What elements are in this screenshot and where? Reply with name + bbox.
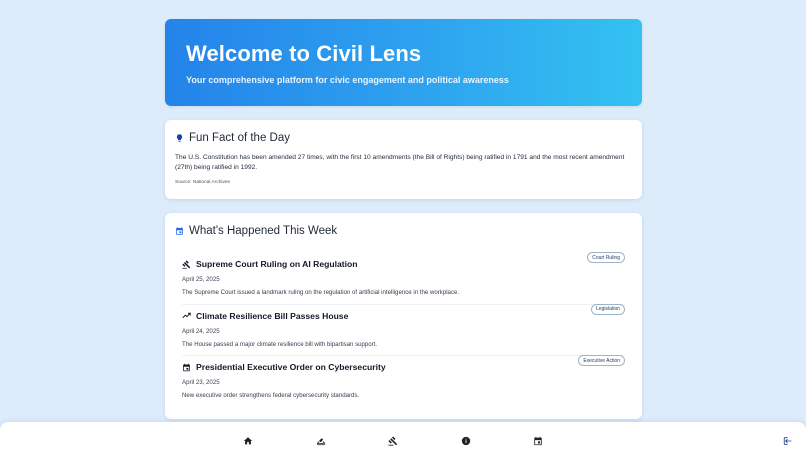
logout-icon[interactable]: [782, 435, 793, 446]
event-category-badge: Executive Action: [578, 355, 625, 366]
bottom-navigation: [0, 422, 806, 460]
calendar-icon: [175, 226, 184, 236]
trending-up-icon: [182, 311, 191, 320]
event-date: April 23, 2025: [182, 379, 220, 386]
calendar-icon[interactable]: [532, 435, 543, 446]
gavel-icon: [182, 259, 191, 269]
event-item[interactable]: Presidential Executive Order on Cybersec…: [182, 355, 625, 408]
fun-fact-title: Fun Fact of the Day: [189, 132, 290, 144]
fun-fact-text: The U.S. Constitution has been amended 2…: [175, 154, 625, 171]
event-title: Climate Resilience Bill Passes House: [196, 310, 349, 321]
event-category-badge: Legislation: [591, 303, 625, 315]
event-title: Supreme Court Ruling on AI Regulation: [196, 259, 358, 269]
welcome-banner: Welcome to Civil Lens Your comprehensive…: [165, 19, 642, 106]
event-item[interactable]: Climate Resilience Bill Passes House Apr…: [182, 303, 625, 356]
event-date: April 25, 2025: [182, 276, 220, 283]
weekly-events-title: What's Happened This Week: [189, 225, 338, 237]
page-title: Welcome to Civil Lens: [186, 41, 422, 66]
event-title: Presidential Executive Order on Cybersec…: [196, 362, 386, 372]
calendar-event-icon: [182, 363, 191, 372]
event-category-badge: Court Ruling: [587, 252, 625, 263]
event-date: April 24, 2025: [182, 327, 220, 335]
fun-fact-header: Fun Fact of the Day: [175, 131, 632, 145]
vote-icon[interactable]: [315, 435, 326, 446]
event-description: The House passed a major climate resilie…: [182, 340, 378, 348]
info-icon[interactable]: [460, 435, 471, 446]
fun-fact-source: Source: National Archives: [175, 180, 230, 185]
main-content: Welcome to Civil Lens Your comprehensive…: [165, 19, 642, 419]
weekly-events-card: What's Happened This Week Supreme Court …: [165, 213, 642, 419]
home-icon[interactable]: [242, 435, 253, 446]
gavel-icon[interactable]: [387, 435, 398, 446]
page-subtitle: Your comprehensive platform for civic en…: [186, 75, 509, 85]
event-item[interactable]: Supreme Court Ruling on AI Regulation Ap…: [182, 252, 625, 305]
lightbulb-icon: [175, 133, 184, 143]
fun-fact-card: Fun Fact of the Day The U.S. Constitutio…: [165, 120, 642, 199]
event-description: New executive order strengthens federal …: [182, 392, 360, 399]
weekly-events-header: What's Happened This Week: [175, 224, 632, 238]
event-list: Supreme Court Ruling on AI Regulation Ap…: [175, 252, 632, 408]
event-description: The Supreme Court issued a landmark ruli…: [182, 289, 460, 296]
